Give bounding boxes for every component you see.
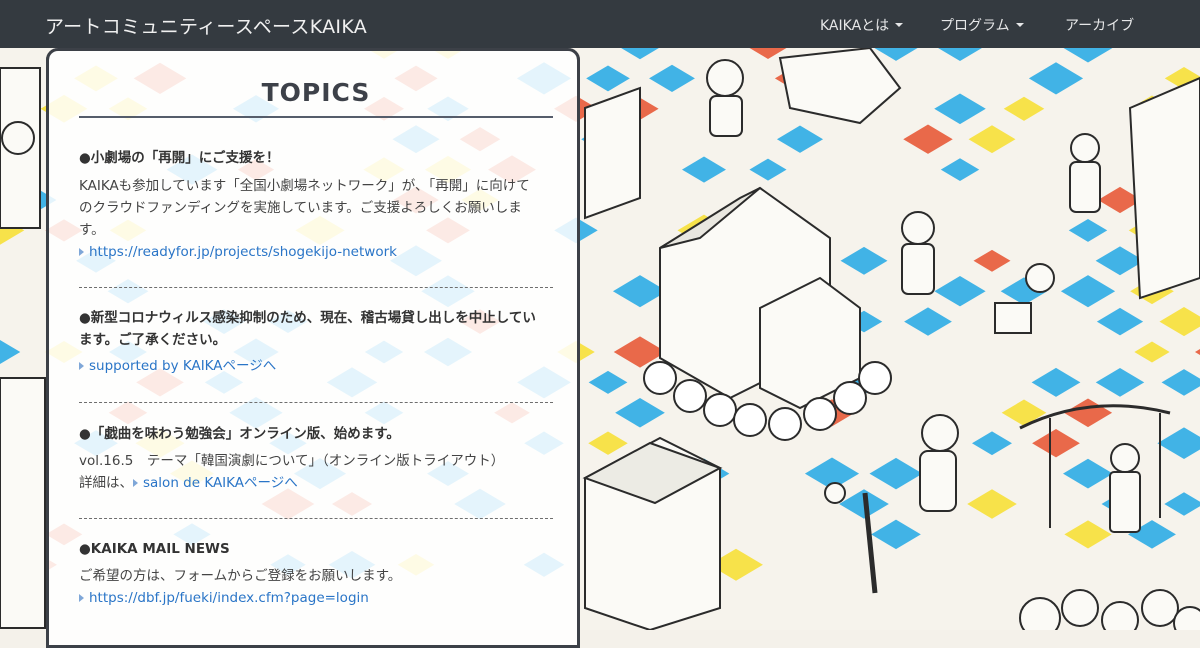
triangle-right-icon — [79, 248, 84, 256]
topic-link-supported-by-kaika[interactable]: supported by KAIKAページへ — [79, 355, 553, 377]
topic-link-text: supported by KAIKAページへ — [89, 358, 277, 374]
caret-down-icon — [895, 23, 904, 27]
triangle-right-icon — [79, 362, 84, 370]
topic-heading: ●「戯曲を味わう勉強会」オンライン版、始めます。 — [79, 426, 400, 442]
triangle-right-icon — [133, 479, 138, 487]
topic-body-line: ご希望の方は、フォームからご登録をお願いします。 — [79, 568, 402, 584]
link-prefix: 詳細は、 — [79, 475, 133, 491]
topic-heading: ●KAIKA MAIL NEWS — [79, 541, 230, 557]
topic-link-text: salon de KAIKAページへ — [143, 475, 298, 491]
triangle-right-icon — [79, 594, 84, 602]
nav-item-about[interactable]: KAIKAとは — [820, 15, 904, 35]
nav-item-program-label: プログラム — [940, 18, 1010, 34]
topic-detail-line: 詳細は、 salon de KAIKAページへ — [79, 472, 553, 494]
topics-panel: TOPICS ●小劇場の「再開」にご支援を！ KAIKAも参加しています「全国小… — [46, 48, 580, 648]
topics-title: TOPICS — [261, 78, 371, 107]
top-navbar: アートコミュニティースペースKAIKA KAIKAとは プログラム アーカイブ — [0, 0, 1200, 48]
nav-item-archive[interactable]: アーカイブ — [1065, 15, 1134, 35]
nav-item-program[interactable]: プログラム — [940, 15, 1024, 35]
topic-link-salon-de-kaika[interactable]: salon de KAIKAページへ — [133, 475, 298, 491]
nav-item-archive-label: アーカイブ — [1065, 18, 1135, 34]
topic-link-text: https://readyfor.jp/projects/shogekijo-n… — [89, 244, 397, 260]
topic-link-text: https://dbf.jp/fueki/index.cfm?page=logi… — [89, 590, 369, 606]
topic-item-mail-news: ●KAIKA MAIL NEWS ご希望の方は、フォームからご登録をお願いします… — [79, 538, 553, 609]
nav-item-about-label: KAIKAとは — [820, 18, 890, 34]
topic-heading-line: ます。ご了承ください。 — [79, 332, 227, 348]
topic-body-line: す。 — [79, 222, 105, 238]
topic-link-readyfor[interactable]: https://readyfor.jp/projects/shogekijo-n… — [79, 241, 553, 263]
topic-item-crowdfunding: ●小劇場の「再開」にご支援を！ KAIKAも参加しています「全国小劇場ネットワー… — [79, 147, 553, 263]
topic-body-line: のクラウドファンディングを実施しています。ご支援よろしくお願いしま — [79, 200, 522, 216]
topic-heading: ●小劇場の「再開」にご支援を！ — [79, 150, 280, 166]
topic-body-line: KAIKAも参加しています「全国小劇場ネットワーク」が、「再開」に向けて — [79, 178, 530, 194]
site-brand[interactable]: アートコミュニティースペースKAIKA — [45, 12, 367, 39]
topic-item-study-session: ●「戯曲を味わう勉強会」オンライン版、始めます。 vol.16.5 テーマ「韓国… — [79, 423, 553, 494]
topic-item-rehearsal-suspended: ●新型コロナウィルス感染抑制のため、現在、稽古場貸し出しを中止してい ます。ご了… — [79, 307, 553, 377]
topic-heading-line: ●新型コロナウィルス感染抑制のため、現在、稽古場貸し出しを中止してい — [79, 310, 536, 326]
dashed-divider — [79, 518, 553, 519]
dashed-divider — [79, 287, 553, 288]
topic-link-mail-signup[interactable]: https://dbf.jp/fueki/index.cfm?page=logi… — [79, 587, 553, 609]
title-divider — [79, 116, 553, 118]
caret-down-icon — [1015, 23, 1024, 27]
topic-body-line: vol.16.5 テーマ「韓国演劇について」（オンライン版トライアウト） — [79, 453, 505, 469]
dashed-divider — [79, 402, 553, 403]
